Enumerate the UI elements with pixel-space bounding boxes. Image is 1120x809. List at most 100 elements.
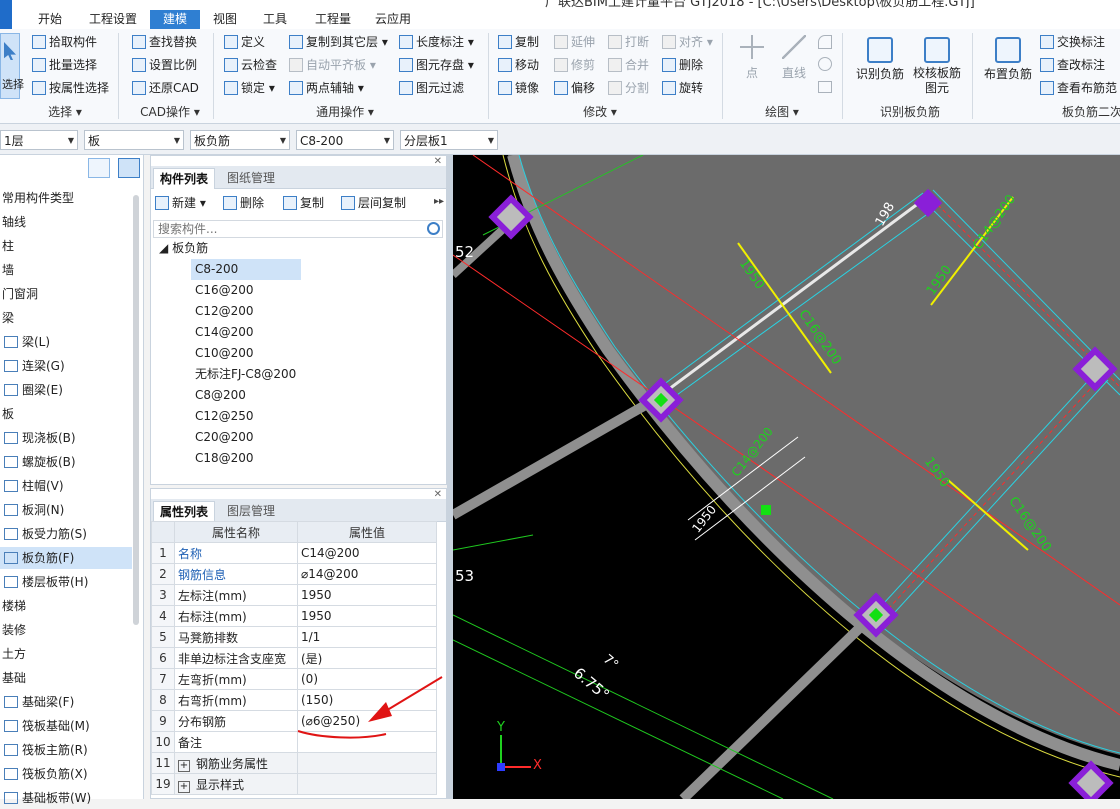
property-row[interactable]: 2 钢筋信息 ⌀14@200: [151, 563, 437, 585]
property-row[interactable]: 8 右弯折(mm) (150): [151, 689, 437, 711]
nav-item[interactable]: 现浇板(B): [0, 427, 132, 449]
move-button[interactable]: 移动: [498, 56, 539, 74]
nav-item[interactable]: 板受力筋(S): [0, 523, 132, 545]
nav-item[interactable]: 螺旋板(B): [0, 451, 132, 473]
component-item[interactable]: C20@200: [191, 427, 301, 448]
property-value[interactable]: [297, 773, 437, 795]
property-row[interactable]: 11 + 钢筋业务属性: [151, 752, 437, 774]
new-component-button[interactable]: 新建 ▾: [155, 194, 206, 212]
property-row[interactable]: 6 非单边标注含支座宽 (是): [151, 647, 437, 669]
property-value[interactable]: (是): [297, 647, 437, 669]
cloud-check-button[interactable]: 云检查: [224, 56, 277, 74]
property-value[interactable]: 1/1: [297, 626, 437, 648]
nav-item[interactable]: 板负筋(F): [0, 547, 132, 569]
nav-item[interactable]: 圈梁(E): [0, 379, 132, 401]
property-value[interactable]: [297, 752, 437, 774]
component-item[interactable]: C8@200: [191, 385, 301, 406]
element-filter-button[interactable]: 图元过滤: [399, 79, 464, 97]
scrollbar[interactable]: [133, 195, 139, 625]
nav-category[interactable]: 装修: [0, 619, 130, 641]
save-element-button[interactable]: 图元存盘 ▾: [399, 56, 474, 74]
nav-category[interactable]: 门窗洞: [0, 283, 130, 305]
delete-button[interactable]: 删除: [662, 56, 703, 74]
swap-annotation-button[interactable]: 交换标注: [1040, 33, 1105, 51]
rectangle-icon[interactable]: [818, 81, 832, 93]
copy-to-other-floor-button[interactable]: 复制到其它层 ▾: [289, 33, 388, 51]
mirror-button[interactable]: 镜像: [498, 79, 539, 97]
component-item[interactable]: C12@250: [191, 406, 301, 427]
copy-component-button[interactable]: 复制: [283, 194, 324, 212]
property-row[interactable]: 9 分布钢筋 (⌀6@250): [151, 710, 437, 732]
component-item[interactable]: C14@200: [191, 322, 301, 343]
property-row[interactable]: 7 左弯折(mm) (0): [151, 668, 437, 690]
tab-drawing-management[interactable]: 图纸管理: [221, 168, 281, 188]
property-row[interactable]: 1 名称 C14@200: [151, 542, 437, 564]
nav-category[interactable]: 基础: [0, 667, 130, 689]
line-button[interactable]: 直线: [776, 35, 812, 81]
nav-item[interactable]: 筏板负筋(X): [0, 763, 132, 785]
tab-component-list[interactable]: 构件列表: [153, 168, 216, 189]
define-button[interactable]: 定义: [224, 33, 265, 51]
auto-align-slab-button[interactable]: 自动平齐板 ▾: [289, 56, 376, 74]
nav-item[interactable]: 基础梁(F): [0, 691, 132, 713]
drawing-canvas[interactable]: 52 53 7° 6.75° 198 1950 C16@200 C14@200 …: [453, 155, 1120, 799]
property-row[interactable]: 10 备注: [151, 731, 437, 753]
tab-view[interactable]: 视图: [205, 10, 245, 29]
component-item[interactable]: C8-200: [191, 259, 301, 280]
batch-select-button[interactable]: 批量选择: [32, 56, 97, 74]
subtype-select[interactable]: 板负筋 ▼: [190, 130, 290, 150]
nav-category[interactable]: 常用构件类型: [0, 187, 130, 209]
nav-category[interactable]: 板: [0, 403, 130, 425]
floor-select[interactable]: 1层 ▼: [0, 130, 78, 150]
tab-cloud[interactable]: 云应用: [370, 10, 416, 29]
lock-button[interactable]: 锁定 ▾: [224, 79, 275, 97]
find-replace-button[interactable]: 查找替换: [132, 33, 197, 51]
align-button[interactable]: 对齐 ▾: [662, 33, 713, 51]
layer-select[interactable]: 分层板1 ▼: [400, 130, 498, 150]
nav-category[interactable]: 梁: [0, 307, 130, 329]
tab-project-settings[interactable]: 工程设置: [82, 10, 144, 29]
tab-modeling[interactable]: 建模: [150, 10, 200, 29]
check-slab-rebar-button[interactable]: 校核板筋图元: [910, 37, 964, 96]
nav-category[interactable]: 柱: [0, 235, 130, 257]
nav-category[interactable]: 楼梯: [0, 595, 130, 617]
split-button[interactable]: 分割: [608, 79, 649, 97]
property-row[interactable]: 4 右标注(mm) 1950: [151, 605, 437, 627]
nav-item[interactable]: 梁(L): [0, 331, 132, 353]
property-value[interactable]: (0): [297, 668, 437, 690]
search-icon[interactable]: [427, 222, 440, 235]
property-value[interactable]: (⌀6@250): [297, 710, 437, 732]
component-item[interactable]: C12@200: [191, 301, 301, 322]
draw-group-label[interactable]: 绘图 ▾: [752, 103, 812, 121]
grid-view-icon[interactable]: [118, 158, 140, 178]
set-scale-button[interactable]: 设置比例: [132, 56, 197, 74]
length-dimension-button[interactable]: 长度标注 ▾: [399, 33, 474, 51]
nav-category[interactable]: 墙: [0, 259, 130, 281]
trim-button[interactable]: 修剪: [554, 56, 595, 74]
view-rebar-range-button[interactable]: 查看布筋范: [1040, 79, 1117, 97]
expand-icon[interactable]: +: [178, 780, 190, 793]
interfloor-copy-button[interactable]: 层间复制: [341, 194, 406, 212]
list-view-icon[interactable]: [88, 158, 110, 178]
arc-icon[interactable]: [818, 35, 832, 49]
select-button[interactable]: 选择: [0, 33, 24, 99]
component-item[interactable]: 无标注FJ-C8@200: [191, 364, 301, 385]
cad-group-label[interactable]: CAD操作 ▾: [120, 103, 220, 121]
tree-root[interactable]: ◢ 板负筋: [159, 238, 208, 259]
nav-category[interactable]: 轴线: [0, 211, 130, 233]
extend-button[interactable]: 延伸: [554, 33, 595, 51]
component-item[interactable]: C18@200: [191, 448, 301, 469]
edit-annotation-button[interactable]: 查改标注: [1040, 56, 1105, 74]
canvas-drawing[interactable]: [453, 155, 1120, 799]
delete-component-button[interactable]: 删除: [223, 194, 264, 212]
grip-point[interactable]: [761, 505, 771, 515]
nav-item[interactable]: 筏板主筋(R): [0, 739, 132, 761]
property-row[interactable]: 5 马凳筋排数 1/1: [151, 626, 437, 648]
nav-item[interactable]: 柱帽(V): [0, 475, 132, 497]
property-value[interactable]: C14@200: [297, 542, 437, 564]
nav-item[interactable]: 基础板带(W): [0, 787, 132, 809]
select-by-property-button[interactable]: 按属性选择: [32, 79, 109, 97]
place-negative-rebar-button[interactable]: 布置负筋: [980, 37, 1036, 82]
pick-component-button[interactable]: 拾取构件: [32, 33, 97, 51]
property-row[interactable]: 19 + 显示样式: [151, 773, 437, 795]
